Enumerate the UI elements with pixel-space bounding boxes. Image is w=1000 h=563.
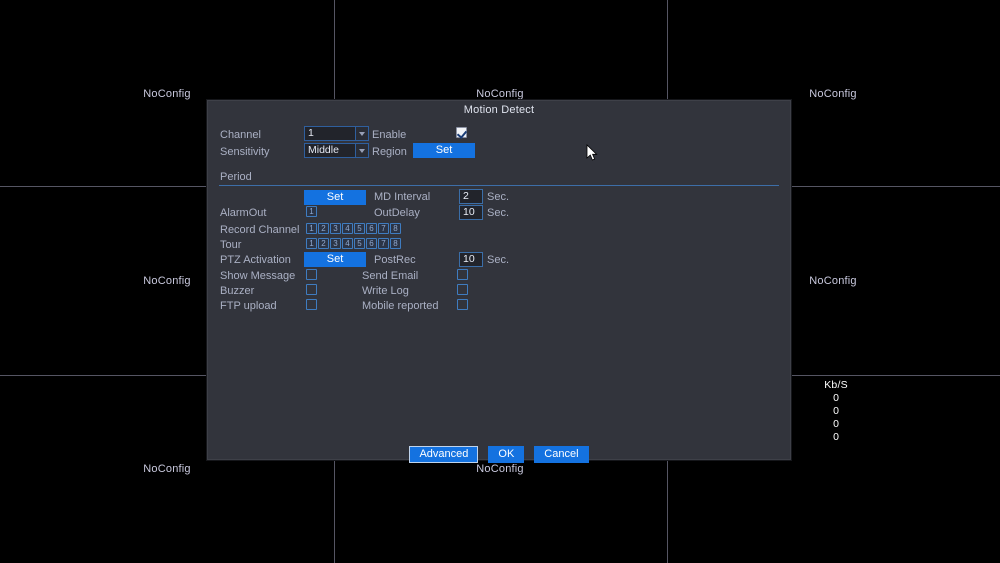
- post-rec-input[interactable]: 10: [459, 252, 483, 267]
- record-channel-5[interactable]: 5: [354, 223, 365, 234]
- post-rec-unit: Sec.: [487, 254, 510, 266]
- md-interval-input[interactable]: 2: [459, 189, 483, 204]
- sensitivity-label: Sensitivity: [220, 146, 270, 158]
- record-channel-group[interactable]: 1 2 3 4 5 6 7 8: [306, 223, 401, 234]
- buzzer-label: Buzzer: [220, 285, 255, 297]
- tour-channel-1[interactable]: 1: [306, 238, 317, 249]
- ptz-activation-label: PTZ Activation: [220, 254, 291, 266]
- record-channel-1[interactable]: 1: [306, 223, 317, 234]
- bitrate-value-4: 0: [833, 431, 839, 443]
- bitrate-value-3: 0: [833, 418, 839, 430]
- send-email-label: Send Email: [362, 270, 419, 282]
- write-log-label: Write Log: [362, 285, 409, 297]
- md-interval-unit: Sec.: [487, 191, 510, 203]
- ok-button[interactable]: OK: [488, 446, 525, 463]
- channel-cell-label-3[interactable]: NoConfig: [809, 88, 856, 100]
- out-delay-label: OutDelay: [374, 207, 420, 219]
- ftp-upload-label: FTP upload: [220, 300, 277, 312]
- period-label: Period: [220, 171, 252, 183]
- channel-cell-label-7[interactable]: NoConfig: [143, 463, 190, 475]
- bitrate-value-2: 0: [833, 405, 839, 417]
- ptz-activation-set-button[interactable]: Set: [304, 252, 366, 267]
- cancel-button[interactable]: Cancel: [534, 446, 589, 463]
- alarm-out-label: AlarmOut: [220, 207, 267, 219]
- motion-detect-dialog: Motion Detect Channel 1 Enable Sensitivi…: [206, 99, 792, 463]
- channel-dropdown[interactable]: 1: [304, 126, 369, 141]
- period-set-button[interactable]: Set: [304, 190, 366, 205]
- post-rec-label: PostRec: [374, 254, 416, 266]
- record-channel-2[interactable]: 2: [318, 223, 329, 234]
- region-label: Region: [372, 146, 407, 158]
- channel-label: Channel: [220, 129, 261, 141]
- buzzer-checkbox[interactable]: [306, 284, 317, 295]
- tour-channel-group[interactable]: 1 2 3 4 5 6 7 8: [306, 238, 401, 249]
- channel-cell-label-4[interactable]: NoConfig: [143, 275, 190, 287]
- enable-label: Enable: [372, 129, 407, 141]
- show-message-label: Show Message: [220, 270, 296, 282]
- tour-label: Tour: [220, 239, 242, 251]
- ftp-upload-checkbox[interactable]: [306, 299, 317, 310]
- tour-channel-4[interactable]: 4: [342, 238, 353, 249]
- mobile-reported-label: Mobile reported: [362, 300, 439, 312]
- region-set-button[interactable]: Set: [413, 143, 475, 158]
- show-message-checkbox[interactable]: [306, 269, 317, 280]
- send-email-checkbox[interactable]: [457, 269, 468, 280]
- record-channel-label: Record Channel: [220, 224, 300, 236]
- bitrate-value-1: 0: [833, 392, 839, 404]
- channel-cell-label-6[interactable]: NoConfig: [809, 275, 856, 287]
- record-channel-3[interactable]: 3: [330, 223, 341, 234]
- section-divider: [219, 185, 779, 186]
- record-channel-6[interactable]: 6: [366, 223, 377, 234]
- channel-dropdown-value: 1: [308, 127, 314, 139]
- record-channel-8[interactable]: 8: [390, 223, 401, 234]
- sensitivity-dropdown[interactable]: Middle: [304, 143, 369, 158]
- sensitivity-dropdown-value: Middle: [308, 144, 339, 156]
- out-delay-input[interactable]: 10: [459, 205, 483, 220]
- tour-channel-2[interactable]: 2: [318, 238, 329, 249]
- tour-channel-8[interactable]: 8: [390, 238, 401, 249]
- channel-cell-label-1[interactable]: NoConfig: [143, 88, 190, 100]
- out-delay-unit: Sec.: [487, 207, 510, 219]
- dialog-body: Channel 1 Enable Sensitivity Middle Regi…: [207, 120, 791, 463]
- advanced-button[interactable]: Advanced: [409, 446, 479, 463]
- mobile-reported-checkbox[interactable]: [457, 299, 468, 310]
- tour-channel-5[interactable]: 5: [354, 238, 365, 249]
- alarm-out-channel-group[interactable]: 1: [306, 206, 317, 217]
- dialog-footer: Advanced OK Cancel: [207, 446, 791, 463]
- bitrate-readout: Kb/S 0 0 0 0: [824, 379, 848, 444]
- chevron-down-icon: [355, 127, 368, 140]
- alarm-out-channel-1[interactable]: 1: [306, 206, 317, 217]
- record-channel-7[interactable]: 7: [378, 223, 389, 234]
- chevron-down-icon: [355, 144, 368, 157]
- bitrate-title: Kb/S: [824, 379, 848, 391]
- record-channel-4[interactable]: 4: [342, 223, 353, 234]
- dialog-title: Motion Detect: [463, 104, 535, 116]
- enable-checkbox[interactable]: [456, 127, 467, 138]
- md-interval-label: MD Interval: [374, 191, 431, 203]
- tour-channel-6[interactable]: 6: [366, 238, 377, 249]
- channel-cell-label-8[interactable]: NoConfig: [476, 463, 523, 475]
- write-log-checkbox[interactable]: [457, 284, 468, 295]
- tour-channel-3[interactable]: 3: [330, 238, 341, 249]
- tour-channel-7[interactable]: 7: [378, 238, 389, 249]
